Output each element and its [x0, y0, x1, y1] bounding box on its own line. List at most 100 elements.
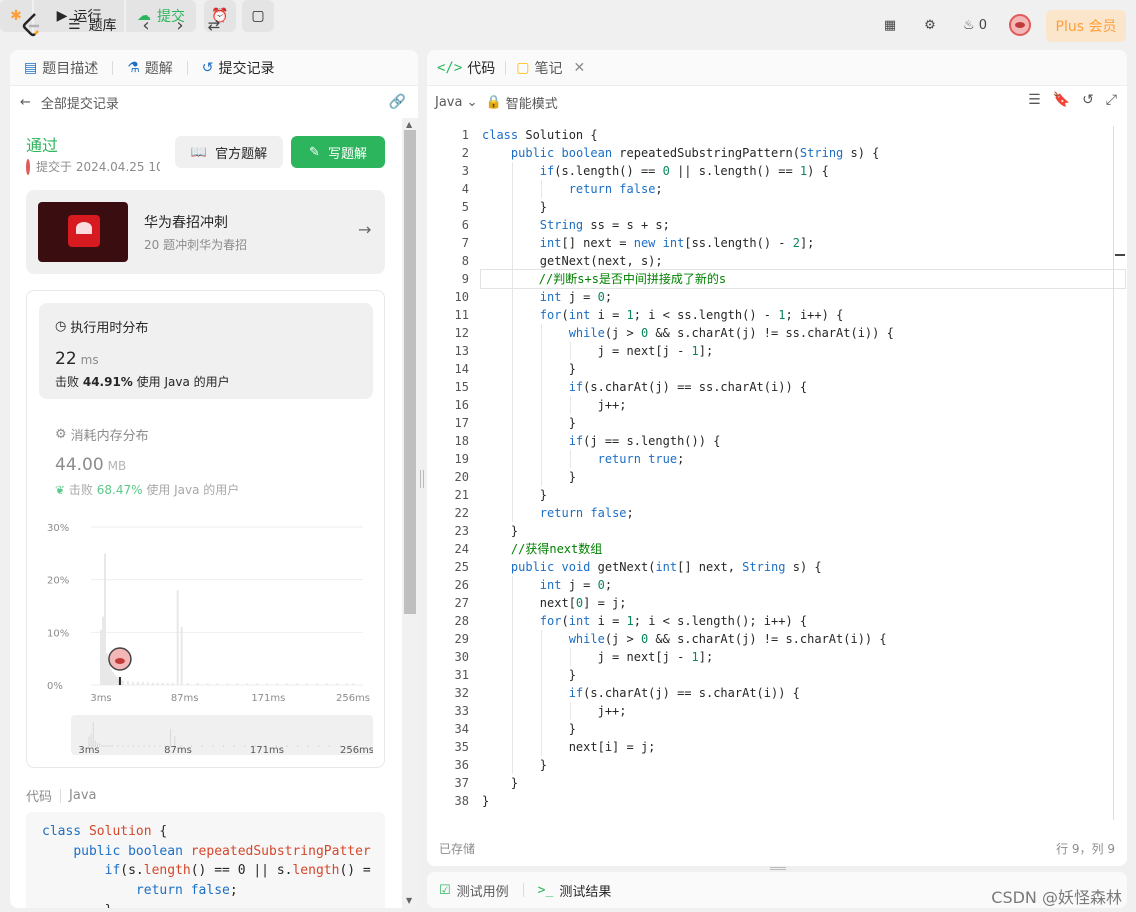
smart-mode[interactable]: 🔒 智能模式	[486, 93, 558, 112]
problem-list-button[interactable]: ☰ 题库	[68, 14, 117, 36]
code-line[interactable]: j++;	[482, 702, 1112, 720]
panel-splitter[interactable]	[420, 470, 424, 488]
tab-testcase[interactable]: ☑ 测试用例	[439, 881, 509, 900]
memory-number: 44.00	[55, 455, 104, 475]
code-line[interactable]: j++;	[482, 396, 1112, 414]
settings-button[interactable]: ⚙	[918, 13, 942, 37]
tab-notes[interactable]: ▢ 笔记 ✕	[516, 58, 585, 78]
code-line[interactable]: }	[482, 468, 1112, 486]
chart-bar	[246, 683, 249, 685]
code-line[interactable]: return false;	[482, 504, 1112, 522]
code-line[interactable]: public void getNext(int[] next, String s…	[482, 558, 1112, 576]
layout-button[interactable]: ▦	[878, 13, 902, 37]
scroll-down-arrow[interactable]: ▼	[406, 896, 412, 905]
memory-title[interactable]: ⚙ 消耗内存分布	[55, 425, 149, 444]
tab-submissions[interactable]: ↺ 提交记录	[202, 58, 275, 78]
close-icon[interactable]: ✕	[574, 60, 586, 76]
code-line[interactable]: if(j == s.length()) {	[482, 432, 1112, 450]
code-line[interactable]: String ss = s + s;	[482, 216, 1112, 234]
code-icon: </>	[437, 59, 463, 76]
runtime-distribution-chart[interactable]: 30% 20% 10% 0% 3ms 87ms 171ms 256ms	[37, 515, 377, 715]
tab-test-result[interactable]: >_ 测试结果	[538, 881, 612, 900]
prev-problem-button[interactable]: ‹	[134, 13, 158, 37]
mode-label: 智能模式	[505, 96, 558, 112]
bottom-splitter[interactable]	[770, 867, 786, 870]
code-line[interactable]: if(s.length() == 0 || s.length() == 1) {	[482, 162, 1112, 180]
write-solution-button[interactable]: ✎ 写题解	[291, 136, 385, 168]
code-line[interactable]: }	[482, 486, 1112, 504]
notes-button[interactable]: ▢	[242, 0, 274, 32]
line-number: 26	[454, 578, 469, 592]
code-lines[interactable]: class Solution { public boolean repeated…	[480, 126, 1126, 810]
share-link-button[interactable]: 🔗	[389, 94, 406, 110]
user-avatar[interactable]	[1009, 14, 1031, 36]
code-line[interactable]: for(int i = 1; i < s.length(); i++) {	[482, 612, 1112, 630]
code-editor[interactable]: 1 2 3 4 5 6 7 8 9 10 11 12 13 14 15 16 17 18 19 20 21 22 23 24 2…	[427, 126, 1126, 820]
chart-bar	[346, 683, 349, 685]
range-selector[interactable]: 3ms 87ms 171ms 256ms	[71, 715, 374, 756]
code-line[interactable]: class Solution {	[482, 126, 1112, 144]
arrow-left-icon: ←	[20, 94, 31, 110]
code-line[interactable]: }	[482, 720, 1112, 738]
official-solution-button[interactable]: 📖 官方题解	[175, 136, 283, 168]
code-line[interactable]: while(j > 0 && s.charAt(j) != s.charAt(i…	[482, 630, 1112, 648]
code-line[interactable]: int j = 0;	[482, 576, 1112, 594]
code-line[interactable]: }	[482, 360, 1112, 378]
code-line[interactable]: if(s.charAt(j) == ss.charAt(i)) {	[482, 378, 1112, 396]
language-select[interactable]: Java ⌄	[435, 95, 478, 110]
editor-scrollbar[interactable]	[1113, 126, 1114, 820]
tab-description[interactable]: ▤ 题目描述	[24, 58, 98, 78]
code-line[interactable]: j = next[j - 1];	[482, 648, 1112, 666]
code-line[interactable]: //判断s+s是否中间拼接成了新的s	[480, 269, 1126, 289]
indent-guide	[540, 180, 542, 198]
runtime-number: 22	[55, 349, 77, 369]
code-lang-label: Java	[69, 788, 97, 803]
code-line[interactable]: //获得next数组	[482, 540, 1112, 558]
code-line[interactable]: return true;	[482, 450, 1112, 468]
format-icon[interactable]: ☰	[1028, 92, 1041, 108]
divider	[186, 60, 188, 75]
code-line[interactable]: if(s.charAt(j) == s.charAt(i)) {	[482, 684, 1112, 702]
code-line[interactable]: int[] next = new int[ss.length() - 2];	[482, 234, 1112, 252]
reset-icon[interactable]: ↺	[1082, 92, 1094, 108]
range-bar	[117, 745, 119, 747]
plus-member-button[interactable]: Plus 会员	[1046, 10, 1126, 42]
code-line[interactable]: next[i] = j;	[482, 738, 1112, 756]
tab-solutions[interactable]: ⚗ 题解	[127, 58, 173, 78]
code-line[interactable]: public boolean repeatedSubstringPattern(…	[482, 144, 1112, 162]
chart-bar	[180, 627, 183, 685]
scroll-up-arrow[interactable]: ▲	[406, 120, 412, 129]
code-line[interactable]: getNext(next, s);	[482, 252, 1112, 270]
code-line[interactable]: while(j > 0 && s.charAt(j) != ss.charAt(…	[482, 324, 1112, 342]
expand-icon[interactable]: ⤢	[1106, 92, 1117, 108]
bookmark-icon[interactable]: 🔖	[1053, 92, 1070, 108]
code-line[interactable]: }	[482, 414, 1112, 432]
line-number: 12	[454, 326, 469, 340]
code-line[interactable]: for(int i = 1; i < ss.length() - 1; i++)…	[482, 306, 1112, 324]
runtime-box[interactable]: ◷ 执行用时分布 22 ms 击败 44.91% 使用 Java 的用户	[39, 303, 373, 399]
code-line[interactable]: }	[482, 774, 1112, 792]
next-problem-button[interactable]: ›	[168, 13, 192, 37]
tab-solutions-label: 题解	[144, 60, 173, 77]
code-line[interactable]: }	[482, 198, 1112, 216]
indent-guide	[540, 630, 542, 756]
left-scrollbar[interactable]: ▲ ▼	[402, 118, 418, 908]
code-line[interactable]: }	[482, 756, 1112, 774]
chart-bar	[161, 682, 164, 685]
code-line[interactable]: }	[482, 666, 1112, 684]
code-line[interactable]: j = next[j - 1];	[482, 342, 1112, 360]
tab-code[interactable]: </> 代码	[437, 58, 495, 78]
scroll-thumb[interactable]	[404, 130, 416, 614]
code-line[interactable]: int j = 0;	[482, 288, 1112, 306]
leetcode-logo[interactable]	[20, 12, 44, 38]
submit-time: 提交于 2024.04.25 10	[26, 158, 160, 175]
all-submissions-link[interactable]: ← 全部提交记录	[10, 88, 418, 116]
streak-counter[interactable]: ♨ 0	[958, 13, 992, 37]
code-line[interactable]: return false;	[482, 180, 1112, 198]
code-line[interactable]: }	[482, 792, 1112, 810]
promo-card[interactable]: 华为春招冲刺 20 题冲刺华为春招 →	[26, 190, 385, 274]
range-bar	[148, 745, 150, 747]
code-line[interactable]: next[0] = j;	[482, 594, 1112, 612]
random-problem-button[interactable]: ⇄	[202, 13, 226, 37]
code-line[interactable]: }	[482, 522, 1112, 540]
